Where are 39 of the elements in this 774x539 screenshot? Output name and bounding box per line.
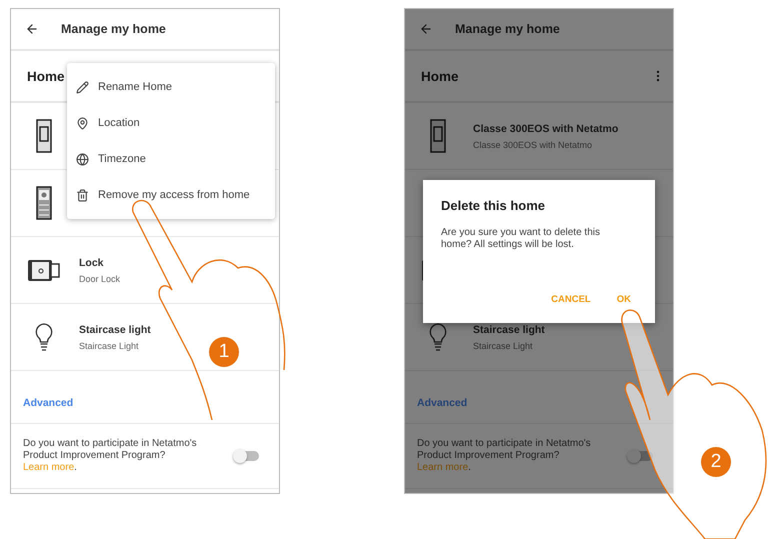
toggle-switch[interactable] <box>629 451 653 461</box>
device-type: Staircase Light <box>79 340 140 350</box>
device-type: Staircase Light <box>473 340 534 350</box>
pencil-icon <box>76 80 89 94</box>
lock-device-icon <box>27 257 61 283</box>
dialog-title: Delete this home <box>441 198 546 213</box>
menu-item[interactable]: Timezone <box>67 141 275 177</box>
advanced-heading: Advanced <box>23 397 74 409</box>
advanced-heading: Advanced <box>417 397 468 409</box>
door-panel-icon <box>36 186 52 220</box>
screen-title: Manage my home <box>455 22 560 36</box>
globe-icon <box>76 152 89 166</box>
light-bulb-icon <box>35 323 53 351</box>
menu-item[interactable]: Rename Home <box>67 69 275 105</box>
trash-icon <box>76 188 89 202</box>
device-name: Staircase light <box>79 324 151 336</box>
light-bulb-icon <box>429 323 447 351</box>
menu-item-label: Remove my access from home <box>98 189 250 201</box>
device-type: Classe 300EOS with Netatmo <box>473 140 594 150</box>
intercom-icon <box>36 119 52 153</box>
menu-item[interactable]: Remove my access from home <box>67 177 275 213</box>
device-name: Staircase light <box>473 324 545 336</box>
toggle-switch[interactable] <box>235 451 259 461</box>
home-name: Home <box>421 68 459 84</box>
program-question: Do you want to participate in Netatmo's Product Improvement Program? Learn more. <box>417 438 592 474</box>
program-question: Do you want to participate in Netatmo's Product Improvement Program? Learn more. <box>23 438 198 474</box>
screen-title: Manage my home <box>61 22 166 36</box>
step-badge: 2 <box>701 447 731 477</box>
menu-item-label: Rename Home <box>98 81 172 93</box>
intercom-icon <box>430 119 446 153</box>
menu-item-label: Timezone <box>98 153 146 165</box>
dialog-message: Are you sure you want to delete this home? All settings will be lost. <box>441 227 601 251</box>
device-name: Lock <box>79 256 105 268</box>
home-name: Home <box>27 68 65 84</box>
menu-item-label: Location <box>98 117 140 129</box>
device-type: Door Lock <box>79 274 120 284</box>
menu-item[interactable]: Location <box>67 105 275 141</box>
map-pin-icon <box>76 116 89 130</box>
device-name: Classe 300EOS with Netatmo <box>473 122 618 134</box>
